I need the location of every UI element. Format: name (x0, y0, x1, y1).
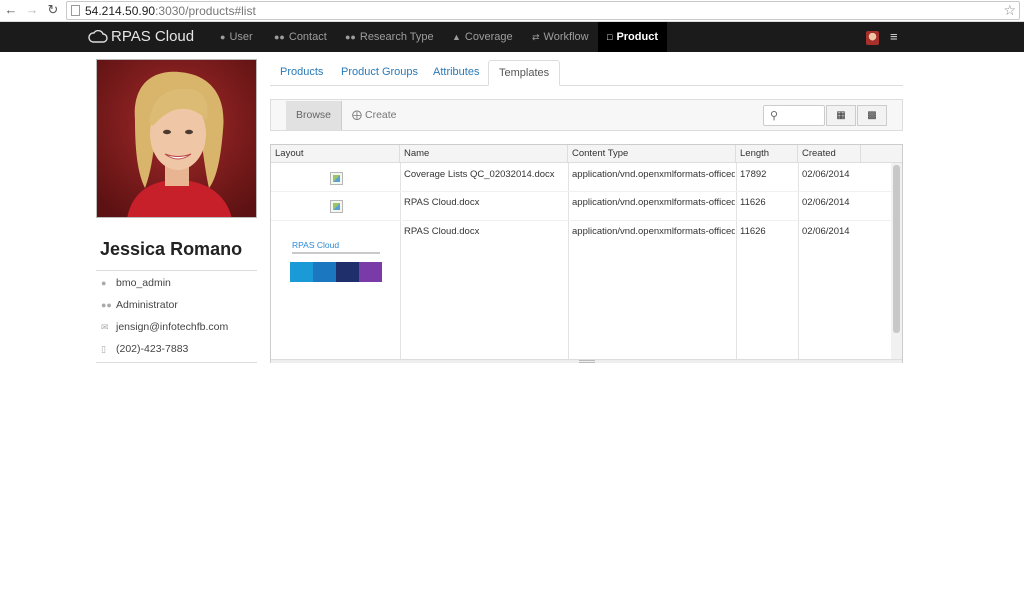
cell-content-type: application/vnd.openxmlformats-officedoc… (572, 226, 735, 237)
bookmark-star-icon[interactable]: ☆ (1003, 2, 1016, 19)
tab-attributes[interactable]: Attributes (433, 60, 479, 86)
cell-content-type: application/vnd.openxmlformats-officedoc… (572, 197, 735, 208)
create-button[interactable]: ⨁ Create (352, 101, 397, 130)
user-icon: ● (220, 32, 226, 42)
template-tile (336, 262, 359, 282)
hamburger-menu-icon[interactable]: ≡ (890, 30, 898, 43)
profile-name: Jessica Romano (100, 239, 243, 259)
page-icon (71, 5, 80, 16)
column-divider (400, 163, 401, 359)
scrollbar-thumb[interactable] (893, 165, 900, 333)
row-divider (271, 220, 891, 221)
column-header-length[interactable]: Length (736, 145, 798, 163)
profile-email: ✉ jensign@infotechfb.com (101, 321, 229, 333)
grid-resize-handle[interactable] (271, 359, 902, 363)
forward-arrow-icon[interactable]: → (25, 3, 39, 17)
column-header-layout[interactable]: Layout (271, 145, 400, 163)
template-preview-image: RPAS Cloud (290, 240, 382, 286)
envelope-icon: ✉ (101, 322, 109, 332)
column-header-name[interactable]: Name (400, 145, 568, 163)
divider (96, 270, 257, 271)
nav-workflow[interactable]: ⇄ Workflow (532, 22, 589, 52)
browser-toolbar: ← → ↻ 54.214.50.90:3030/products#list ☆ (0, 0, 1024, 22)
divider (96, 362, 257, 363)
cell-name: RPAS Cloud.docx (404, 226, 480, 237)
app-navbar: RPAS Cloud ● User ●● Contact ●● Research Ty… (0, 22, 1024, 52)
grid-header: Layout Name Content Type Length Created (271, 145, 902, 163)
column-divider (736, 163, 737, 359)
sitemap-icon: ▲ (452, 32, 461, 42)
tab-products[interactable]: Products (280, 60, 323, 86)
grip-icon (579, 360, 595, 363)
profile-username: ● bmo_admin (101, 277, 171, 289)
vertical-scrollbar[interactable] (891, 163, 902, 359)
cell-length: 11626 (740, 197, 766, 208)
column-header-created[interactable]: Created (798, 145, 861, 163)
broken-image-icon (330, 172, 343, 185)
grid-icon: ▩ (867, 110, 877, 121)
users-icon: ●● (345, 32, 356, 42)
template-tile (290, 262, 313, 282)
profile-phone: ▯ (202)-423-7883 (101, 343, 189, 355)
nav-coverage[interactable]: ▲ Coverage (452, 22, 513, 52)
column-divider (568, 163, 569, 359)
cell-length: 11626 (740, 226, 766, 237)
cell-length: 17892 (740, 169, 767, 180)
nav-contact[interactable]: ●● Contact (274, 22, 327, 52)
browse-button[interactable]: Browse (286, 101, 342, 130)
table-icon: ▦ (836, 110, 846, 121)
users-icon: ●● (101, 300, 112, 310)
plus-circle-icon: ⨁ (352, 110, 362, 121)
templates-grid: Layout Name Content Type Length Created … (270, 144, 903, 363)
product-tabs: Products Product Groups Attributes Templ… (270, 60, 903, 86)
nav-user[interactable]: ● User (220, 22, 253, 52)
search-input[interactable]: ⚲ (763, 105, 825, 126)
cell-content-type: application/vnd.openxmlformats-officedoc… (572, 169, 735, 180)
exchange-icon: ⇄ (532, 32, 540, 42)
reload-icon[interactable]: ↻ (46, 3, 60, 17)
nav-research-type[interactable]: ●● Research Type (345, 22, 434, 52)
url-text: 54.214.50.90:3030/products#list (85, 4, 256, 18)
back-arrow-icon[interactable]: ← (4, 3, 18, 17)
file-icon: □ (607, 32, 613, 42)
cell-created: 02/06/2014 (802, 169, 850, 180)
brand-logo[interactable]: RPAS Cloud (88, 28, 194, 46)
address-bar[interactable]: 54.214.50.90:3030/products#list ☆ (66, 1, 1020, 20)
template-preview-subtitle-line (292, 252, 380, 254)
nav-product[interactable]: □ Product (598, 22, 667, 52)
tab-product-groups[interactable]: Product Groups (341, 60, 418, 86)
list-view-button[interactable]: ▦ (826, 105, 856, 126)
cell-created: 02/06/2014 (802, 226, 850, 237)
template-tile (313, 262, 336, 282)
row-divider (271, 191, 891, 192)
profile-photo (96, 59, 257, 218)
broken-image-icon (330, 200, 343, 213)
cell-created: 02/06/2014 (802, 197, 850, 208)
users-icon: ●● (274, 32, 285, 42)
profile-role: ●● Administrator (101, 299, 178, 311)
mobile-phone-icon: ▯ (101, 344, 106, 354)
tab-templates[interactable]: Templates (488, 60, 561, 86)
template-preview-title: RPAS Cloud (292, 240, 340, 250)
column-header-content-type[interactable]: Content Type (568, 145, 736, 163)
template-tile (359, 262, 382, 282)
user-icon: ● (101, 278, 107, 288)
templates-toolbar: Browse ⨁ Create ⚲ ▦ ▩ (270, 99, 903, 131)
cloud-icon (88, 29, 108, 48)
cell-name: Coverage Lists QC_02032014.docx (404, 169, 555, 180)
column-divider (798, 163, 799, 359)
brand-name: RPAS Cloud (111, 28, 195, 45)
cell-name: RPAS Cloud.docx (404, 197, 480, 208)
search-icon: ⚲ (770, 110, 779, 122)
grid-view-button[interactable]: ▩ (857, 105, 887, 126)
user-avatar[interactable] (866, 31, 879, 45)
